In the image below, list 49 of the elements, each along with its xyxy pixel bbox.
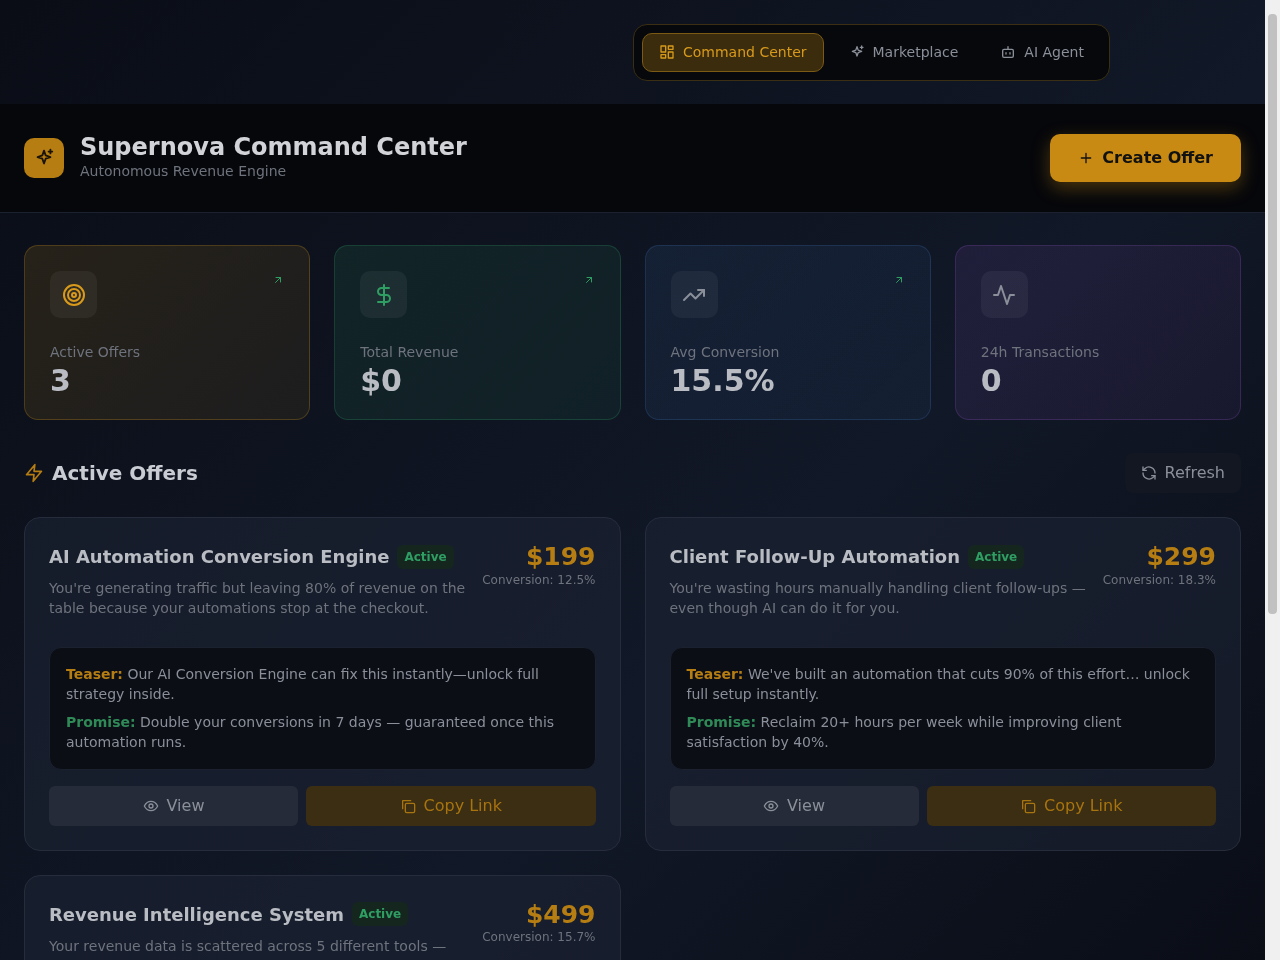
stat-label: Total Revenue xyxy=(360,343,460,362)
stat-value: 15.5% xyxy=(670,363,776,399)
stat-label: 24h Transactions xyxy=(980,343,1101,362)
stat-value: 0 xyxy=(980,363,1003,399)
grid-icon xyxy=(659,44,675,60)
stat-label: Active Offers xyxy=(50,343,142,362)
conversion-rate: Conversion: 15.7% xyxy=(482,929,596,947)
scrollbar[interactable] xyxy=(1265,0,1280,960)
scrollbar-thumb[interactable] xyxy=(1268,14,1277,614)
conversion-rate: Conversion: 12.5% xyxy=(482,571,596,589)
offer-description: Your revenue data is scattered across 5 different tools — xyxy=(49,936,448,956)
stat-value: $0 xyxy=(360,363,403,399)
copy-icon xyxy=(399,797,416,814)
promise-text: Promise: Reclaim 20+ hours per week while improving client satisfaction by 40%. xyxy=(686,713,1123,753)
offer-price: $499 xyxy=(524,900,596,929)
status-badge: Active xyxy=(352,902,409,927)
view-button[interactable]: View xyxy=(669,785,919,826)
nav-tab[interactable]: AI Agent xyxy=(983,32,1101,72)
page-subtitle: Autonomous Revenue Engine xyxy=(80,161,288,181)
conversion-rate: Conversion: 18.3% xyxy=(1102,571,1216,589)
create-offer-button[interactable]: Create Offer xyxy=(1050,134,1241,182)
offer-price: $299 xyxy=(1145,543,1216,571)
stat-value: 3 xyxy=(50,363,72,399)
offer-title: AI Automation Conversion Engine xyxy=(49,545,390,569)
copy-link-button[interactable]: Copy Link xyxy=(926,785,1216,826)
status-badge: Active xyxy=(968,544,1025,569)
status-badge: Active xyxy=(397,544,454,569)
copy-icon xyxy=(1020,797,1037,814)
teaser-text: Teaser: Our AI Conversion Engine can fix this instantly—unlock full strategy inside. xyxy=(66,664,540,704)
offer-title: Client Follow-Up Automation xyxy=(669,545,961,569)
target-icon xyxy=(61,282,86,307)
pulse-icon xyxy=(992,282,1017,307)
offer-description: You're generating traffic but leaving 80% of revenue on the table because your automations stop at the checkout. xyxy=(49,579,467,619)
view-button[interactable]: View xyxy=(49,785,298,826)
offer-price: $199 xyxy=(524,543,596,571)
teaser-text: Teaser: We've built an automation that cuts 90% of this effort… unlock full setup instantly. xyxy=(686,664,1191,704)
nav-tab[interactable]: Command Center xyxy=(642,32,824,72)
lightning-icon xyxy=(24,463,44,483)
offer-description: You're wasting hours manually handling client follow-ups — even though AI can do it for you. xyxy=(669,579,1087,619)
copy-link-button[interactable]: Copy Link xyxy=(306,785,596,826)
robot-icon xyxy=(1000,44,1017,60)
stat-label: Avg Conversion xyxy=(670,343,781,362)
nav-tab[interactable]: Marketplace xyxy=(831,32,976,72)
promise-text: Promise: Double your conversions in 7 days — guaranteed once this automation runs. xyxy=(66,713,556,753)
page-title: Supernova Command Center xyxy=(80,134,467,161)
section-title: Active Offers xyxy=(52,460,198,487)
refresh-icon xyxy=(1140,465,1157,481)
refresh-button[interactable]: Refresh xyxy=(1124,453,1241,493)
offer-title: Revenue Intelligence System xyxy=(49,902,344,927)
